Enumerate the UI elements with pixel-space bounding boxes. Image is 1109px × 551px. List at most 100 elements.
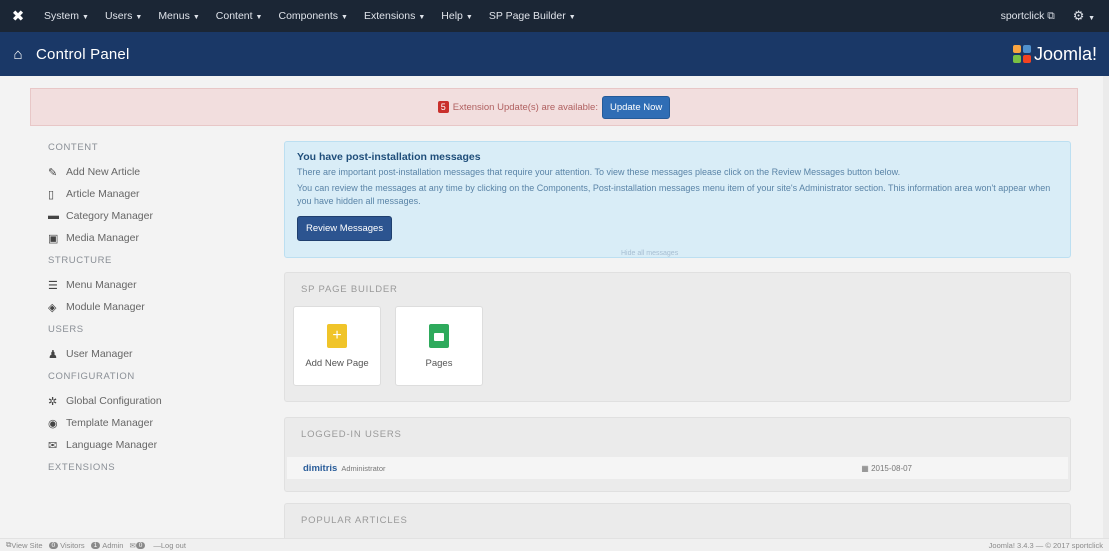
popular-articles-panel: POPULAR ARTICLES [284, 503, 1071, 543]
caret-down-icon: ▼ [1088, 15, 1095, 22]
panel-title: LOGGED-IN USERS [301, 429, 402, 440]
top-navbar: ✖ System ▼ Users ▼ Menus ▼ Content ▼ Compone… [0, 0, 1109, 32]
admin-count-badge: 1 [90, 541, 101, 549]
external-link-icon: ⧉ [1047, 9, 1055, 22]
menu-content[interactable]: Content ▼ [208, 10, 271, 22]
sidebar-group-structure: STRUCTURE ☰ Menu Manager ◈ Module Manager [48, 255, 248, 318]
file-icon: ▯ [48, 188, 55, 201]
sidebar-item-language-manager[interactable]: ✉ Language Manager [48, 434, 248, 456]
logged-in-users-panel: LOGGED-IN USERS dimitris Administrator ▦… [284, 417, 1071, 492]
menu-system[interactable]: System ▼ [36, 10, 97, 22]
sidebar-item-user-manager[interactable]: ♟ User Manager [48, 343, 248, 365]
sidebar: CONTENT ✎ Add New Article ▯ Article Manage… [48, 140, 248, 481]
menu-sp-page-builder[interactable]: SP Page Builder ▼ [481, 10, 584, 22]
logout-link[interactable]: — Log out [153, 541, 186, 550]
site-link[interactable]: sportclick ⧉ [1001, 10, 1055, 23]
login-date-value: 2015-08-07 [871, 463, 912, 473]
folder-icon: ▬ [48, 210, 59, 222]
menu-label: Users [104, 10, 133, 22]
admin-label: Admin [102, 540, 124, 550]
menu-label: Menus [158, 10, 190, 22]
login-date: ▦ 2015-08-07 [861, 464, 912, 473]
sidebar-item-label: Language Manager [66, 439, 158, 451]
sidebar-heading: STRUCTURE [48, 255, 112, 266]
sidebar-item-label: Media Manager [66, 232, 139, 244]
sidebar-item-add-article[interactable]: ✎ Add New Article [48, 161, 248, 183]
table-row: dimitris Administrator ▦ 2015-08-07 [287, 457, 1068, 479]
caret-down-icon: ▼ [82, 14, 89, 21]
pages-icon [429, 323, 449, 348]
status-footer: ⧉ View Site 0 Visitors 1 Admin ✉ 0 — Log o… [0, 538, 1109, 551]
brand-label: Joomla! [1033, 43, 1097, 64]
sidebar-item-module-manager[interactable]: ◈ Module Manager [48, 296, 248, 318]
sidebar-item-label: Article Manager [66, 188, 140, 200]
page-scrollbar[interactable] [1103, 76, 1109, 538]
sidebar-item-media-manager[interactable]: ▣ Media Manager [48, 227, 248, 249]
sp-page-builder-panel: SP PAGE BUILDER + Add New Page Pages [284, 272, 1071, 402]
eye-icon: ◉ [48, 417, 58, 430]
pencil-icon: ✎ [48, 166, 58, 179]
joomla-logo-icon[interactable]: ✖ [0, 7, 36, 25]
caret-down-icon: ▼ [418, 14, 426, 21]
sidebar-heading: CONFIGURATION [48, 371, 135, 382]
gear-icon[interactable]: ⚙ ▼ [1073, 8, 1095, 24]
pages-tile[interactable]: Pages [395, 306, 483, 386]
tile-label: Add New Page [305, 357, 369, 369]
sidebar-item-label: User Manager [66, 348, 133, 360]
menu-help[interactable]: Help ▼ [433, 10, 481, 22]
update-count-badge: 5 [437, 101, 449, 113]
extension-update-alert: 5 Extension Update(s) are available: Upd… [30, 88, 1078, 126]
minus-icon: — [153, 540, 161, 550]
alert-text: Extension Update(s) are available: [452, 101, 598, 113]
menu-label: Content [215, 10, 253, 22]
add-page-icon: + [327, 323, 347, 348]
nav-right: sportclick ⧉ ⚙ ▼ [1001, 8, 1109, 24]
user-name-link[interactable]: dimitris [303, 463, 337, 474]
sidebar-item-article-manager[interactable]: ▯ Article Manager [48, 183, 248, 205]
update-now-button[interactable]: Update Now [601, 95, 671, 119]
list-icon: ☰ [48, 279, 58, 292]
review-messages-button[interactable]: Review Messages [297, 216, 393, 241]
sidebar-group-users: USERS ♟ User Manager [48, 324, 248, 365]
view-site-link[interactable]: ⧉ View Site [6, 540, 43, 550]
site-link-label: sportclick [1000, 9, 1045, 22]
visitors-label: Visitors [60, 540, 85, 550]
sidebar-item-label: Add New Article [66, 166, 141, 178]
caret-down-icon: ▼ [255, 14, 263, 21]
menu-users[interactable]: Users ▼ [97, 10, 150, 22]
add-new-page-tile[interactable]: + Add New Page [293, 306, 381, 386]
calendar-icon: ▦ [861, 463, 869, 473]
menu-extensions[interactable]: Extensions ▼ [356, 10, 433, 22]
version-text: Joomla! 3.4.3 — © 2017 sportclick [988, 540, 1103, 550]
menu-menus[interactable]: Menus ▼ [150, 10, 207, 22]
comment-icon: ✉ [48, 439, 58, 452]
admin-status: 1 Admin [90, 540, 124, 550]
postinstall-messages-panel: You have post-installation messages Ther… [284, 141, 1071, 258]
sidebar-item-label: Module Manager [66, 301, 145, 313]
messages-status[interactable]: ✉ 0 [129, 541, 147, 550]
sidebar-item-label: Global Configuration [66, 395, 162, 407]
menu-label: Extensions [363, 10, 416, 22]
sidebar-item-label: Template Manager [66, 417, 153, 429]
users-icon: ♟ [48, 348, 58, 361]
hide-messages-link[interactable]: Hide all messages [621, 250, 678, 257]
image-icon: ▣ [48, 232, 59, 245]
postinstall-text: You can review the messages at any time … [297, 183, 1051, 206]
menu-components[interactable]: Components ▼ [270, 10, 355, 22]
sidebar-item-template-manager[interactable]: ◉ Template Manager [48, 412, 248, 434]
menu-label: SP Page Builder [488, 10, 566, 22]
sidebar-heading: CONTENT [48, 142, 99, 153]
sidebar-item-menu-manager[interactable]: ☰ Menu Manager [48, 274, 248, 296]
sidebar-group-configuration: CONFIGURATION ✲ Global Configuration ◉ Tem… [48, 371, 248, 456]
caret-down-icon: ▼ [465, 14, 473, 21]
menu-label: Help [441, 10, 463, 22]
caret-down-icon: ▼ [568, 14, 576, 21]
sidebar-item-category-manager[interactable]: ▬ Category Manager [48, 205, 248, 227]
panel-title: POPULAR ARTICLES [301, 515, 408, 526]
sidebar-heading: USERS [48, 324, 84, 335]
cube-icon: ◈ [48, 301, 57, 314]
view-site-label: View Site [11, 540, 43, 550]
joomla-brand-icon [1012, 45, 1031, 63]
tile-label: Pages [425, 357, 453, 369]
sidebar-item-global-configuration[interactable]: ✲ Global Configuration [48, 390, 248, 412]
